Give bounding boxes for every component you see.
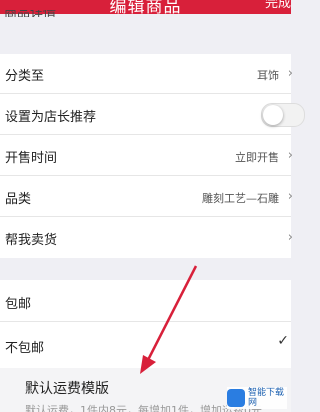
watermark-logo: 智能下载网	[227, 387, 287, 409]
watermark-text: 智能下载网	[248, 388, 285, 408]
annotation-arrow-icon	[140, 265, 198, 374]
logo-icon	[227, 389, 245, 407]
